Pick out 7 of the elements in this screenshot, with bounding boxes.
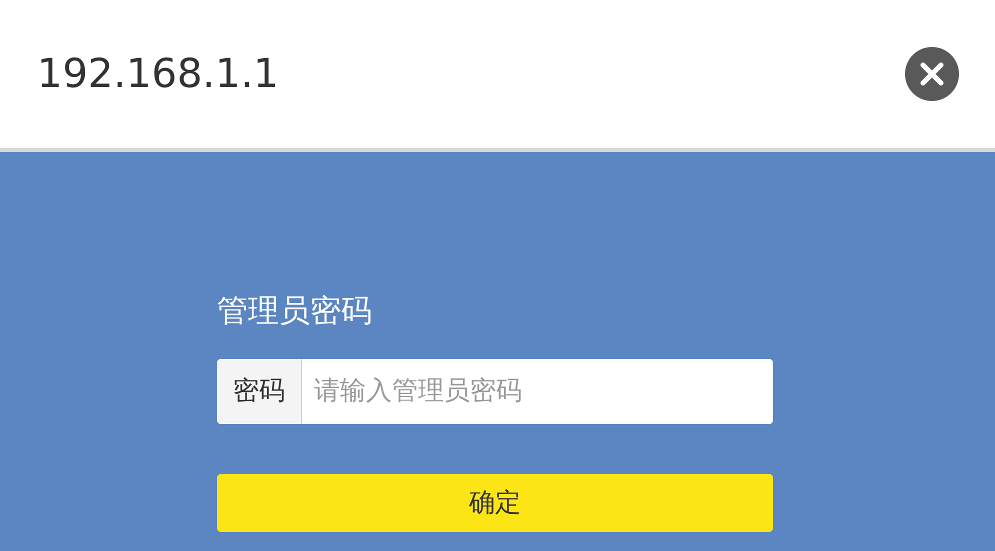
confirm-button[interactable]: 确定: [217, 474, 773, 532]
url-text: 192.168.1.1: [37, 50, 279, 99]
field-label: 密码: [217, 359, 302, 424]
close-icon: [920, 62, 944, 86]
password-field[interactable]: 密码 请输入管理员密码: [217, 359, 773, 424]
form-title: 管理员密码: [217, 296, 373, 331]
close-button[interactable]: [905, 47, 959, 101]
